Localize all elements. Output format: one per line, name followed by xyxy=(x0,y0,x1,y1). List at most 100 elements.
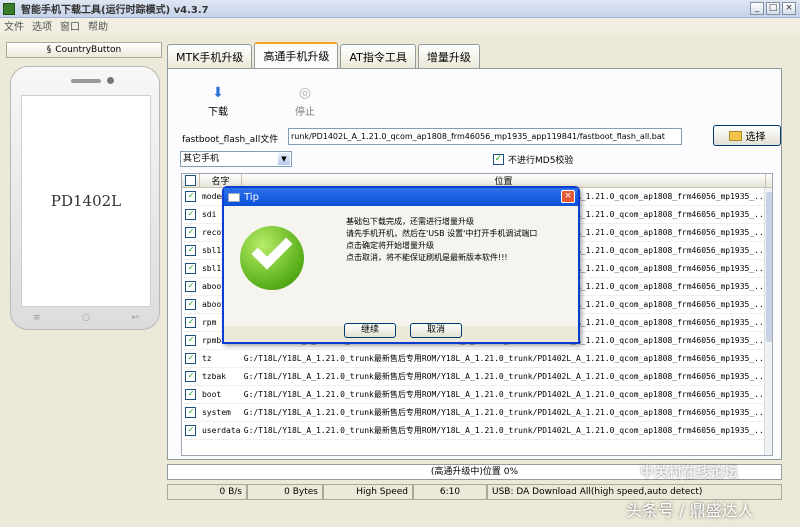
stop-button[interactable]: ◎ 停止 xyxy=(285,85,325,118)
fastboot-path-input[interactable]: runk/PD1402L_A_1.21.0_qcom_ap1808_frm460… xyxy=(288,128,682,145)
row-checkbox-cell: ✓ xyxy=(182,227,200,238)
row-checkbox-cell: ✓ xyxy=(182,389,200,400)
menu-bar: 文件 选项 窗口 帮助 xyxy=(0,18,800,33)
phone-type-value: 其它手机 xyxy=(183,154,220,164)
row-checkbox[interactable]: ✓ xyxy=(185,317,197,328)
dialog-close-icon[interactable]: × xyxy=(561,190,575,203)
table-row[interactable]: ✓ system G:/T18L/Y18L_A_1.21.0_trunk最新售后专用… xyxy=(182,404,772,422)
app-icon xyxy=(3,2,15,15)
close-button[interactable]: × xyxy=(782,2,796,15)
row-checkbox[interactable]: ✓ xyxy=(185,389,197,400)
choose-file-button[interactable]: 选择 xyxy=(713,125,781,146)
select-all-checkbox[interactable] xyxy=(185,175,196,186)
back-key-icon: ↩ xyxy=(131,313,139,323)
dialog-title-bar: Tip xyxy=(224,188,578,206)
tab-mtk[interactable]: MTK手机升级 xyxy=(167,44,253,68)
md5-checkbox-group: ✓ 不进行MD5校验 xyxy=(493,153,573,166)
row-name: tz xyxy=(201,354,212,363)
md5-label: 不进行MD5校验 xyxy=(508,156,574,166)
row-checkbox-cell: ✓ xyxy=(182,263,200,274)
menu-window[interactable]: 窗口 xyxy=(56,18,84,33)
row-checkbox-cell: ✓ xyxy=(182,425,200,436)
row-name: userdata xyxy=(201,426,241,435)
row-checkbox[interactable]: ✓ xyxy=(185,425,197,436)
fastboot-label: fastboot_flash_all文件 xyxy=(182,135,279,145)
row-checkbox[interactable]: ✓ xyxy=(185,371,197,382)
row-checkbox-cell: ✓ xyxy=(182,245,200,256)
row-path: G:/T18L/Y18L_A_1.21.0_trunk最新售后专用ROM/Y18… xyxy=(243,372,769,381)
table-row[interactable]: ✓ boot G:/T18L/Y18L_A_1.21.0_trunk最新售后专用RO… xyxy=(182,386,772,404)
minimize-button[interactable]: _ xyxy=(750,2,764,15)
country-icon: § xyxy=(46,45,52,55)
row-path: G:/T18L/Y18L_A_1.21.0_trunk最新售后专用ROM/Y18… xyxy=(243,354,769,363)
dialog-message: 基础包下载完成，还需进行增量升级 请先手机开机，然后在'USB 设置'中打开手机… xyxy=(346,216,537,264)
row-checkbox-cell: ✓ xyxy=(182,209,200,220)
watermark-forum: 中关村在线论坛 xyxy=(640,465,738,481)
maximize-button[interactable]: □ xyxy=(766,2,780,15)
check-mark xyxy=(251,228,293,270)
table-row[interactable]: ✓ tzbak G:/T18L/Y18L_A_1.21.0_trunk最新售后专用R… xyxy=(182,368,772,386)
row-checkbox-cell: ✓ xyxy=(182,407,200,418)
row-checkbox[interactable]: ✓ xyxy=(185,335,197,346)
dialog-line-3: 点击确定将开始增量升级 xyxy=(346,241,434,250)
row-checkbox[interactable]: ✓ xyxy=(185,227,197,238)
row-name: system xyxy=(201,408,231,417)
title-bar: 智能手机下载工具(运行时踪模式) v4.3.7 _ □ × xyxy=(0,0,800,18)
success-check-icon xyxy=(240,226,304,290)
row-path: G:/T18L/Y18L_A_1.21.0_trunk最新售后专用ROM/Y18… xyxy=(243,426,769,435)
row-checkbox-cell: ✓ xyxy=(182,281,200,292)
status-speed: 0 B/s xyxy=(167,484,247,500)
country-button[interactable]: § CountryButton xyxy=(6,42,162,58)
tab-qualcomm[interactable]: 高通手机升级 xyxy=(254,42,339,68)
row-checkbox[interactable]: ✓ xyxy=(185,209,197,220)
status-time: 6:10 xyxy=(413,484,487,500)
continue-button[interactable]: 继续 xyxy=(344,323,396,338)
phone-model: PD1402L xyxy=(50,192,122,210)
dialog-line-2: 请先手机开机，然后在'USB 设置'中打开手机调试端口 xyxy=(346,229,538,238)
menu-help[interactable]: 帮助 xyxy=(84,18,112,33)
row-checkbox-cell: ✓ xyxy=(182,353,200,364)
menu-options[interactable]: 选项 xyxy=(28,18,56,33)
phone-type-select[interactable]: 其它手机 ▼ xyxy=(180,151,292,167)
choose-label: 选择 xyxy=(745,132,766,143)
scrollbar-thumb[interactable] xyxy=(766,192,772,342)
row-checkbox-cell: ✓ xyxy=(182,371,200,382)
table-scrollbar[interactable] xyxy=(764,188,772,455)
row-checkbox[interactable]: ✓ xyxy=(185,281,197,292)
row-checkbox[interactable]: ✓ xyxy=(185,407,197,418)
row-checkbox-cell: ✓ xyxy=(182,299,200,310)
phone-keys: ≡ ○ ↩ xyxy=(33,313,139,323)
home-key-icon: ○ xyxy=(82,313,90,323)
window-title: 智能手机下载工具(运行时踪模式) v4.3.7 xyxy=(21,5,209,16)
download-button[interactable]: ⬇ 下载 xyxy=(198,85,238,118)
tab-incremental[interactable]: 增量升级 xyxy=(417,44,480,68)
md5-checkbox[interactable]: ✓ xyxy=(493,154,504,165)
phone-screen: PD1402L xyxy=(21,95,151,307)
table-row[interactable]: ✓ userdata G:/T18L/Y18L_A_1.21.0_trunk最新售后… xyxy=(182,422,772,440)
row-checkbox[interactable]: ✓ xyxy=(185,191,197,202)
download-arrow-icon: ⬇ xyxy=(212,85,224,101)
row-checkbox[interactable]: ✓ xyxy=(185,263,197,274)
row-checkbox[interactable]: ✓ xyxy=(185,245,197,256)
tab-at-command[interactable]: AT指令工具 xyxy=(340,44,416,68)
table-row[interactable]: ✓ tz G:/T18L/Y18L_A_1.21.0_trunk最新售后专用ROM/… xyxy=(182,350,772,368)
chevron-down-icon: ▼ xyxy=(278,153,290,165)
menu-file[interactable]: 文件 xyxy=(0,18,28,33)
row-path: G:/T18L/Y18L_A_1.21.0_trunk最新售后专用ROM/Y18… xyxy=(243,390,769,399)
row-checkbox[interactable]: ✓ xyxy=(185,353,197,364)
tip-dialog: Tip × 基础包下载完成，还需进行增量升级 请先手机开机，然后在'USB 设置… xyxy=(222,186,580,344)
row-checkbox[interactable]: ✓ xyxy=(185,299,197,310)
status-bytes: 0 Bytes xyxy=(247,484,323,500)
select-all-header xyxy=(182,174,200,187)
phone-camera xyxy=(107,77,114,84)
row-name: tzbak xyxy=(201,372,227,381)
dialog-title: Tip xyxy=(244,191,259,203)
dialog-body: 基础包下载完成，还需进行增量升级 请先手机开机，然后在'USB 设置'中打开手机… xyxy=(224,206,578,326)
cancel-button[interactable]: 取消 xyxy=(410,323,462,338)
stop-icon: ◎ xyxy=(298,85,312,101)
stop-label: 停止 xyxy=(295,107,315,118)
status-mode: High Speed xyxy=(323,484,413,500)
row-checkbox-cell: ✓ xyxy=(182,317,200,328)
watermark-author: 头条号 / 鼎盛达人 xyxy=(626,501,754,520)
phone-image: PD1402L ≡ ○ ↩ xyxy=(10,66,160,330)
